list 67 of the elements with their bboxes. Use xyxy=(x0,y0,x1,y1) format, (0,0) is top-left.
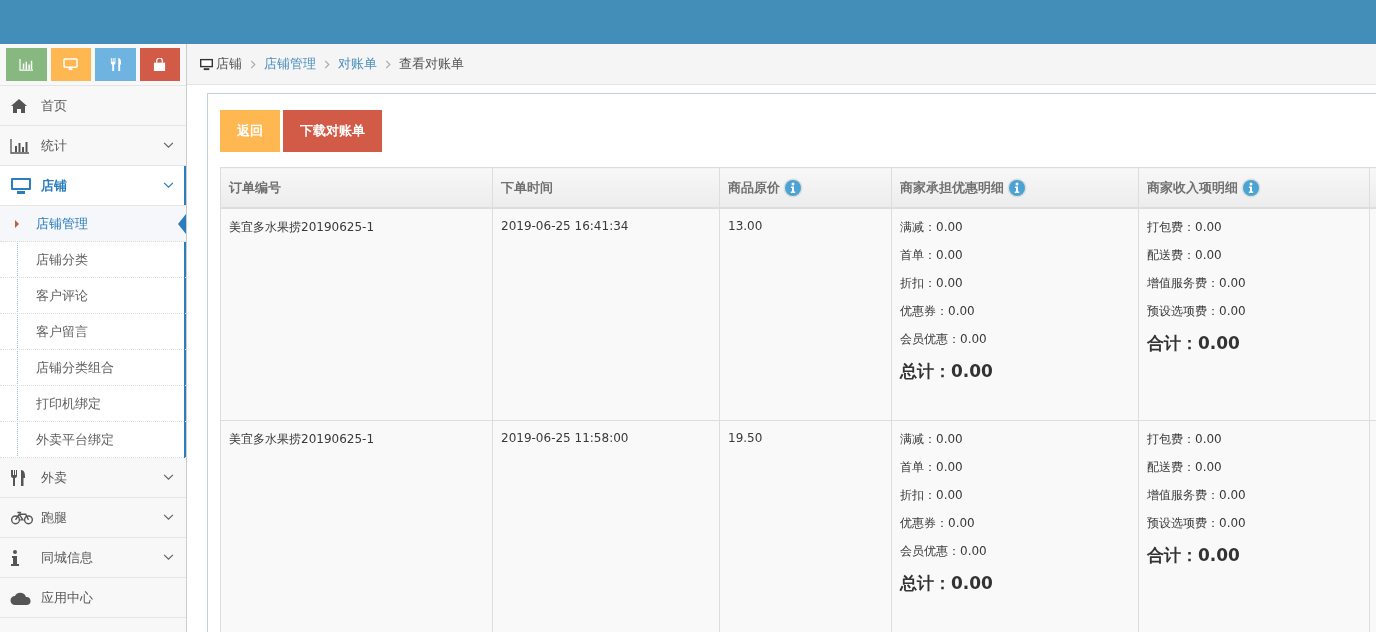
chevron-right-icon xyxy=(324,59,330,69)
sidebar-menu-item[interactable]: 外卖 xyxy=(0,458,186,498)
submenu-item[interactable]: 客户留言 xyxy=(0,314,186,350)
chevron-right-icon xyxy=(250,59,256,69)
breadcrumb-text: 店铺 xyxy=(216,55,242,73)
breadcrumb-text: 查看对账单 xyxy=(399,55,464,73)
income-line: 增值服务费：0.00 xyxy=(1147,487,1247,504)
sidebar-menu-item[interactable]: 跑腿 xyxy=(0,498,186,538)
bar-chart-icon xyxy=(18,58,34,71)
download-button[interactable]: 下载对账单 xyxy=(283,110,382,152)
income-line: 配送费：0.00 xyxy=(1147,247,1223,264)
discount-line: 首单：0.00 xyxy=(900,247,964,264)
sidebar-menu-item[interactable]: 首页 xyxy=(0,86,186,126)
table-cell: 美宜多水果捞20190625-1 xyxy=(220,208,493,421)
discount-line: 首单：0.00 xyxy=(900,459,964,476)
income-line: 预设选项费：0.00 xyxy=(1147,515,1247,532)
sidebar-menu-item[interactable]: 店铺 xyxy=(0,166,186,206)
fork-knife-icon xyxy=(10,469,26,486)
discount-line: 满减：0.00 xyxy=(900,219,964,236)
submenu-item[interactable]: 店铺分类 xyxy=(0,242,186,278)
table-cell: 美宜多水果捞20190625-1 xyxy=(220,420,493,632)
shortcut-button[interactable] xyxy=(139,48,180,81)
table-cell: 13.00 xyxy=(719,208,892,421)
shortcut-button[interactable] xyxy=(6,48,47,81)
info-icon xyxy=(10,549,20,566)
sidebar-menu-item[interactable]: 应用中心 xyxy=(0,578,186,618)
shortcut-button[interactable] xyxy=(95,48,136,81)
discount-line: 满减：0.00 xyxy=(900,431,964,448)
income-total: 合计：0.00 xyxy=(1147,332,1241,355)
table-cell: 2019-06-25 16:41:34 xyxy=(492,208,720,421)
submenu-item[interactable]: 店铺分类组合 xyxy=(0,350,186,386)
column-title: 下单时间 xyxy=(501,178,553,197)
submenu-item[interactable]: 外卖平台绑定 xyxy=(0,422,186,458)
submenu-item[interactable]: 客户评论 xyxy=(0,278,186,314)
discount-line: 优惠券：0.00 xyxy=(900,515,976,532)
income-line: 配送费：0.00 xyxy=(1147,459,1223,476)
discount-line: 折扣：0.00 xyxy=(900,275,964,292)
discount-total: 总计：0.00 xyxy=(900,572,994,595)
income-line: 打包费：0.00 xyxy=(1147,431,1223,448)
column-title: 订单编号 xyxy=(229,178,281,197)
table-cell: 2019-06-25 11:58:00 xyxy=(492,420,720,632)
income-line: 增值服务费：0.00 xyxy=(1147,275,1247,292)
bar-chart-icon xyxy=(10,137,30,154)
discount-line: 折扣：0.00 xyxy=(900,487,964,504)
discount-line: 优惠券：0.00 xyxy=(900,303,976,320)
chevron-right-icon xyxy=(385,59,391,69)
table-cell: 19.50 xyxy=(719,420,892,632)
bicycle-icon xyxy=(10,510,34,525)
submenu-item[interactable]: 店铺管理 xyxy=(0,206,186,242)
column-title: 商品原价 xyxy=(728,178,780,197)
income-line: 打包费：0.00 xyxy=(1147,219,1223,236)
shortcut-button[interactable] xyxy=(50,48,91,81)
monitor-icon xyxy=(199,57,214,71)
column-title: 商家承担优惠明细 xyxy=(900,178,1004,197)
sidebar-menu-item[interactable]: 同城信息 xyxy=(0,538,186,578)
discount-total: 总计：0.00 xyxy=(900,360,994,383)
income-total: 合计：0.00 xyxy=(1147,544,1241,567)
submenu-item[interactable]: 打印机绑定 xyxy=(0,386,186,422)
column-title: 商家收入项明细 xyxy=(1147,178,1238,197)
monitor-icon xyxy=(10,176,32,195)
cloud-icon xyxy=(10,590,32,605)
shopping-bag-icon xyxy=(152,58,168,71)
house-icon xyxy=(10,97,28,114)
discount-line: 会员优惠：0.00 xyxy=(900,331,988,348)
monitor-icon xyxy=(63,58,79,71)
discount-line: 会员优惠：0.00 xyxy=(900,543,988,560)
income-line: 预设选项费：0.00 xyxy=(1147,303,1247,320)
